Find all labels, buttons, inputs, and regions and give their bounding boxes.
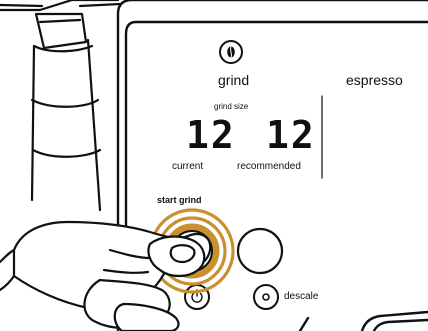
current-label: current [172, 161, 204, 172]
power-button[interactable] [185, 285, 209, 309]
grind-mode-label: grind [218, 72, 250, 88]
start-grind-button[interactable] [151, 210, 233, 292]
grind-mode-button[interactable] [219, 40, 243, 64]
espresso-mode-label[interactable]: espresso [346, 73, 403, 87]
descale-button[interactable] [254, 285, 278, 309]
start-grind-label: start grind [157, 195, 202, 205]
current-grind-size-value: 12 [186, 113, 236, 157]
recommended-grind-size-value: 12 [266, 113, 316, 157]
scene: grind espresso grind size 12 12 current … [0, 0, 428, 331]
recommended-label: recommended [237, 161, 301, 172]
side-button[interactable] [238, 229, 282, 273]
grinder-hopper [0, 0, 122, 212]
grind-size-title: grind size [214, 102, 249, 111]
descale-label: descale [284, 291, 319, 302]
